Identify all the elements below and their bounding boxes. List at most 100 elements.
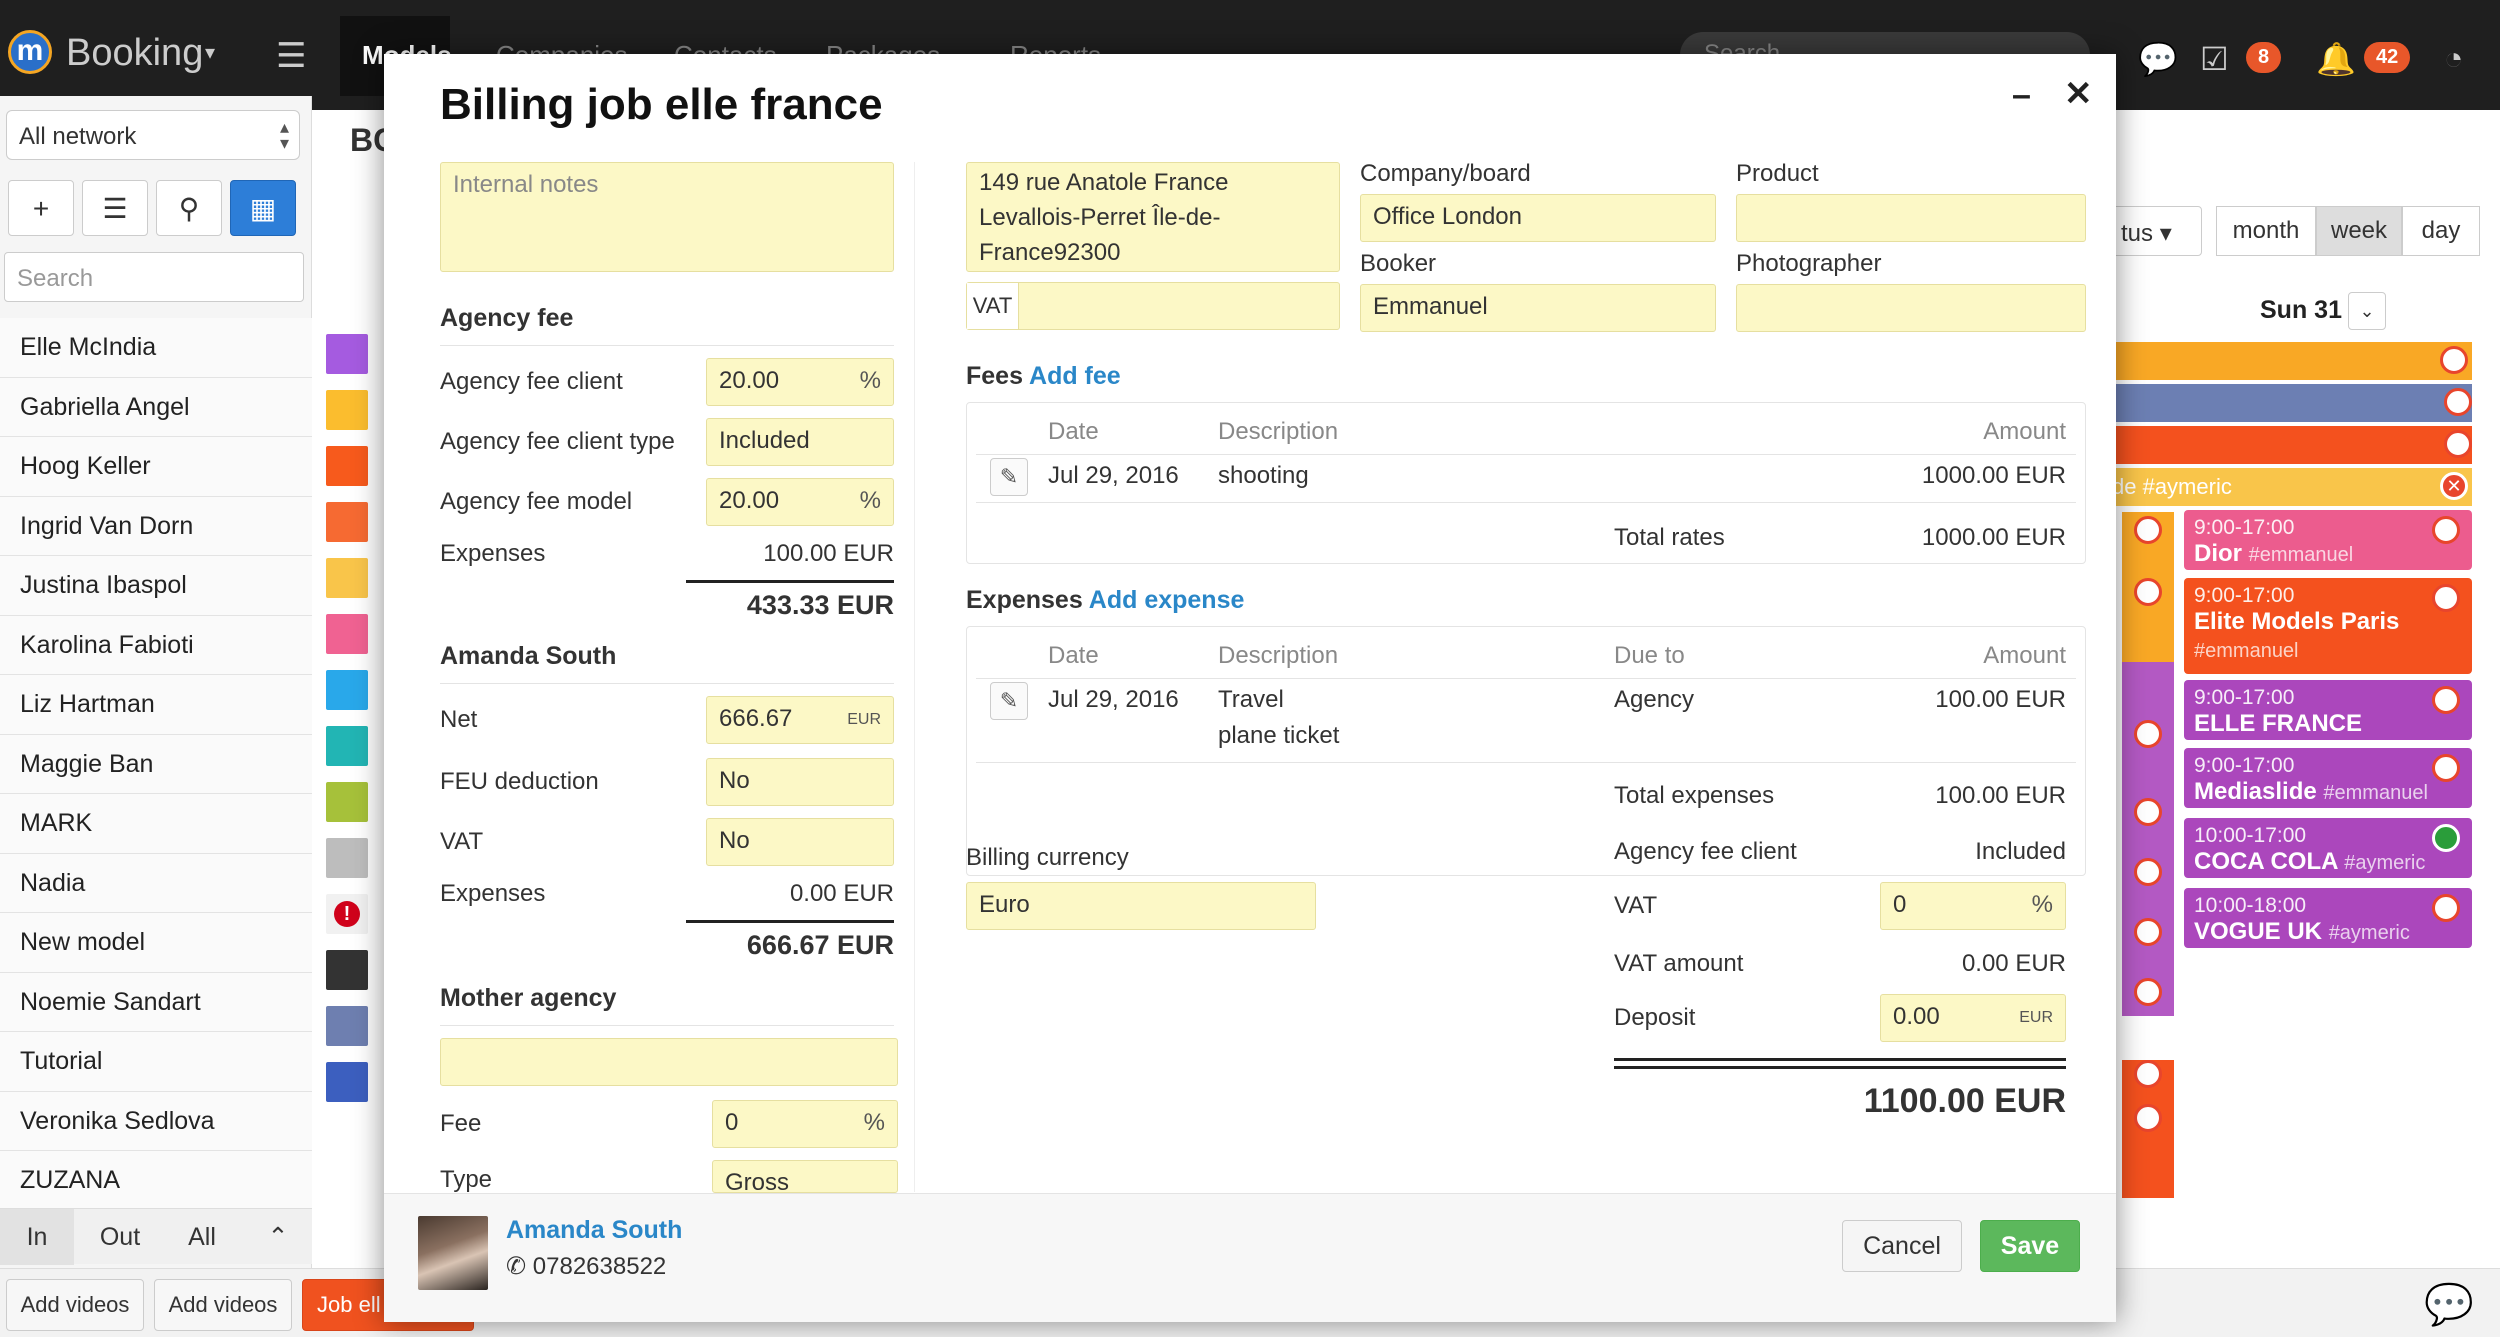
status-filter-dropdown[interactable]: tus ▾: [2112, 206, 2202, 256]
model-name-link[interactable]: Amanda South: [506, 1216, 682, 1245]
model-list-item[interactable]: Maggie Ban: [0, 734, 312, 794]
product-input[interactable]: [1736, 194, 2086, 242]
model-list-item[interactable]: MARK: [0, 794, 312, 854]
event-time: 10:00-18:00: [2194, 894, 2307, 917]
tasks-count-badge[interactable]: 8: [2246, 42, 2282, 73]
view-day-button[interactable]: day: [2402, 206, 2480, 256]
sidebar-search-input[interactable]: Search: [4, 252, 304, 302]
list-menu-icon[interactable]: ☰: [276, 36, 306, 76]
model-list-item[interactable]: Elle McIndia: [0, 318, 312, 378]
internal-notes-textarea[interactable]: Internal notes: [440, 162, 894, 272]
list-view-button[interactable]: ☰: [82, 180, 148, 236]
model-color-swatch: [326, 502, 368, 542]
event-title-text: ELLE FRANCE: [2194, 710, 2362, 737]
add-expense-link[interactable]: Add expense: [1089, 586, 1245, 614]
vat-number-input[interactable]: VAT: [966, 282, 1340, 330]
address-textarea[interactable]: 149 rue Anatole France Levallois-Perret …: [966, 162, 1340, 272]
calendar-event[interactable]: 10:00-17:00 COCA COLA #aymeric: [2184, 818, 2472, 878]
chevron-up-icon[interactable]: ⌃: [252, 1209, 304, 1265]
model-list-item[interactable]: Nadia: [0, 853, 312, 913]
model-list-item[interactable]: Tutorial: [0, 1032, 312, 1092]
network-select[interactable]: All network ▴ ▾: [6, 110, 300, 160]
model-color-swatch: [326, 1006, 368, 1046]
net-input[interactable]: 666.67 EUR: [706, 696, 894, 744]
mother-type-select[interactable]: Gross: [712, 1160, 898, 1193]
cancel-button[interactable]: Cancel: [1842, 1220, 1962, 1272]
caret-down-icon[interactable]: ▾: [205, 40, 215, 65]
tasks-icon[interactable]: ☑: [2200, 40, 2229, 78]
view-week-button[interactable]: week: [2316, 206, 2402, 256]
model-color-swatch: [326, 1062, 368, 1102]
minimize-icon[interactable]: –: [2012, 76, 2031, 115]
calendar-event[interactable]: 9:00-17:00 Elite Models Paris #emmanuel: [2184, 578, 2472, 674]
mother-agency-input[interactable]: [440, 1038, 898, 1086]
agency-fee-client-input[interactable]: 20.00 %: [706, 358, 894, 406]
model-list-item[interactable]: Karolina Fabioti: [0, 615, 312, 675]
rss-icon[interactable]: ◔: [2444, 40, 2463, 77]
model-expenses-value: 0.00 EUR: [789, 880, 894, 907]
deposit-input[interactable]: 0.00 EUR: [1880, 994, 2066, 1042]
photographer-input[interactable]: [1736, 284, 2086, 332]
event-close-icon[interactable]: ✕: [2440, 472, 2468, 500]
summary-vat-input[interactable]: 0 %: [1880, 882, 2066, 930]
close-icon[interactable]: ✕: [2064, 74, 2093, 114]
agency-fee-client-type-select[interactable]: Included: [706, 418, 894, 466]
tab-out[interactable]: Out: [86, 1209, 154, 1265]
bell-icon[interactable]: 🔔: [2316, 40, 2356, 78]
calendar-event-bar[interactable]: [2112, 384, 2472, 422]
model-vat-select[interactable]: No: [706, 818, 894, 866]
app-logo[interactable]: m: [8, 30, 52, 74]
billing-modal: Billing job elle france – ✕ Internal not…: [384, 54, 2116, 1322]
agency-fee-header: Agency fee: [440, 304, 574, 332]
company-select[interactable]: Office London: [1360, 194, 1716, 242]
tab-in[interactable]: In: [0, 1209, 74, 1265]
app-name[interactable]: Booking: [66, 32, 203, 75]
booker-select[interactable]: Emmanuel: [1360, 284, 1716, 332]
model-list-item[interactable]: Noemie Sandart: [0, 972, 312, 1032]
model-list-item[interactable]: New model: [0, 913, 312, 973]
calendar-event[interactable]: 9:00-17:00ELLE FRANCE #emmanuel: [2184, 680, 2472, 764]
model-list-item[interactable]: Justina Ibaspol: [0, 556, 312, 616]
tab-all[interactable]: All: [166, 1209, 238, 1265]
edit-fee-pencil-icon[interactable]: ✎: [990, 458, 1028, 496]
summary-fee-client-label: Agency fee client: [1614, 838, 1797, 865]
agency-fee-model-input[interactable]: 20.00 %: [706, 478, 894, 526]
model-list-item[interactable]: ZUZANA: [0, 1151, 312, 1211]
deposit-value: 0.00: [1893, 1003, 1940, 1030]
add-videos-button[interactable]: Add videos: [6, 1279, 144, 1331]
model-avatar[interactable]: [418, 1216, 488, 1290]
add-model-button[interactable]: +: [8, 180, 74, 236]
model-list-item[interactable]: Liz Hartman: [0, 675, 312, 735]
calendar-event-bar[interactable]: de #aymeric: [2112, 468, 2472, 506]
model-list-item[interactable]: Gabriella Angel: [0, 377, 312, 437]
chat-icon[interactable]: 💬: [2424, 1281, 2474, 1328]
total-expenses-value: 100.00 EUR: [1935, 782, 2066, 809]
calendar-event[interactable]: 10:00-18:00 VOGUE UK #aymeric: [2184, 888, 2472, 948]
calendar-view-button[interactable]: ▦: [230, 180, 296, 236]
calendar-day-label: Sun 31: [2260, 296, 2342, 324]
mother-fee-input[interactable]: 0 %: [712, 1100, 898, 1148]
edit-expense-pencil-icon[interactable]: ✎: [990, 682, 1028, 720]
notifications-count-badge[interactable]: 42: [2364, 42, 2411, 73]
save-button[interactable]: Save: [1980, 1220, 2080, 1272]
model-list-item[interactable]: Hoog Keller: [0, 437, 312, 497]
calendar-event-bar[interactable]: [2112, 426, 2472, 464]
calendar-event[interactable]: 9:00-17:00 Dior #emmanuel: [2184, 510, 2472, 570]
fees-col-date: Date: [1048, 418, 1099, 445]
feu-deduction-select[interactable]: No: [706, 758, 894, 806]
divider: [440, 1025, 894, 1026]
add-fee-link[interactable]: Add fee: [1029, 362, 1121, 390]
chevron-down-icon[interactable]: ⌄: [2348, 292, 2386, 330]
agency-fee-model-label: Agency fee model: [440, 488, 633, 515]
add-videos-button[interactable]: Add videos: [154, 1279, 292, 1331]
calendar-event-bar[interactable]: [2112, 342, 2472, 380]
search-button[interactable]: ⚲: [156, 180, 222, 236]
chat-icon[interactable]: 💬: [2138, 40, 2178, 78]
model-list-item[interactable]: Ingrid Van Dorn: [0, 496, 312, 556]
view-month-button[interactable]: month: [2216, 206, 2316, 256]
model-list-item[interactable]: Veronika Sedlova: [0, 1091, 312, 1151]
event-status-icon: [2432, 686, 2460, 714]
billing-currency-select[interactable]: Euro: [966, 882, 1316, 930]
calendar-event[interactable]: 9:00-17:00 Mediaslide #emmanuel: [2184, 748, 2472, 808]
event-time: 10:00-17:00: [2194, 824, 2307, 847]
